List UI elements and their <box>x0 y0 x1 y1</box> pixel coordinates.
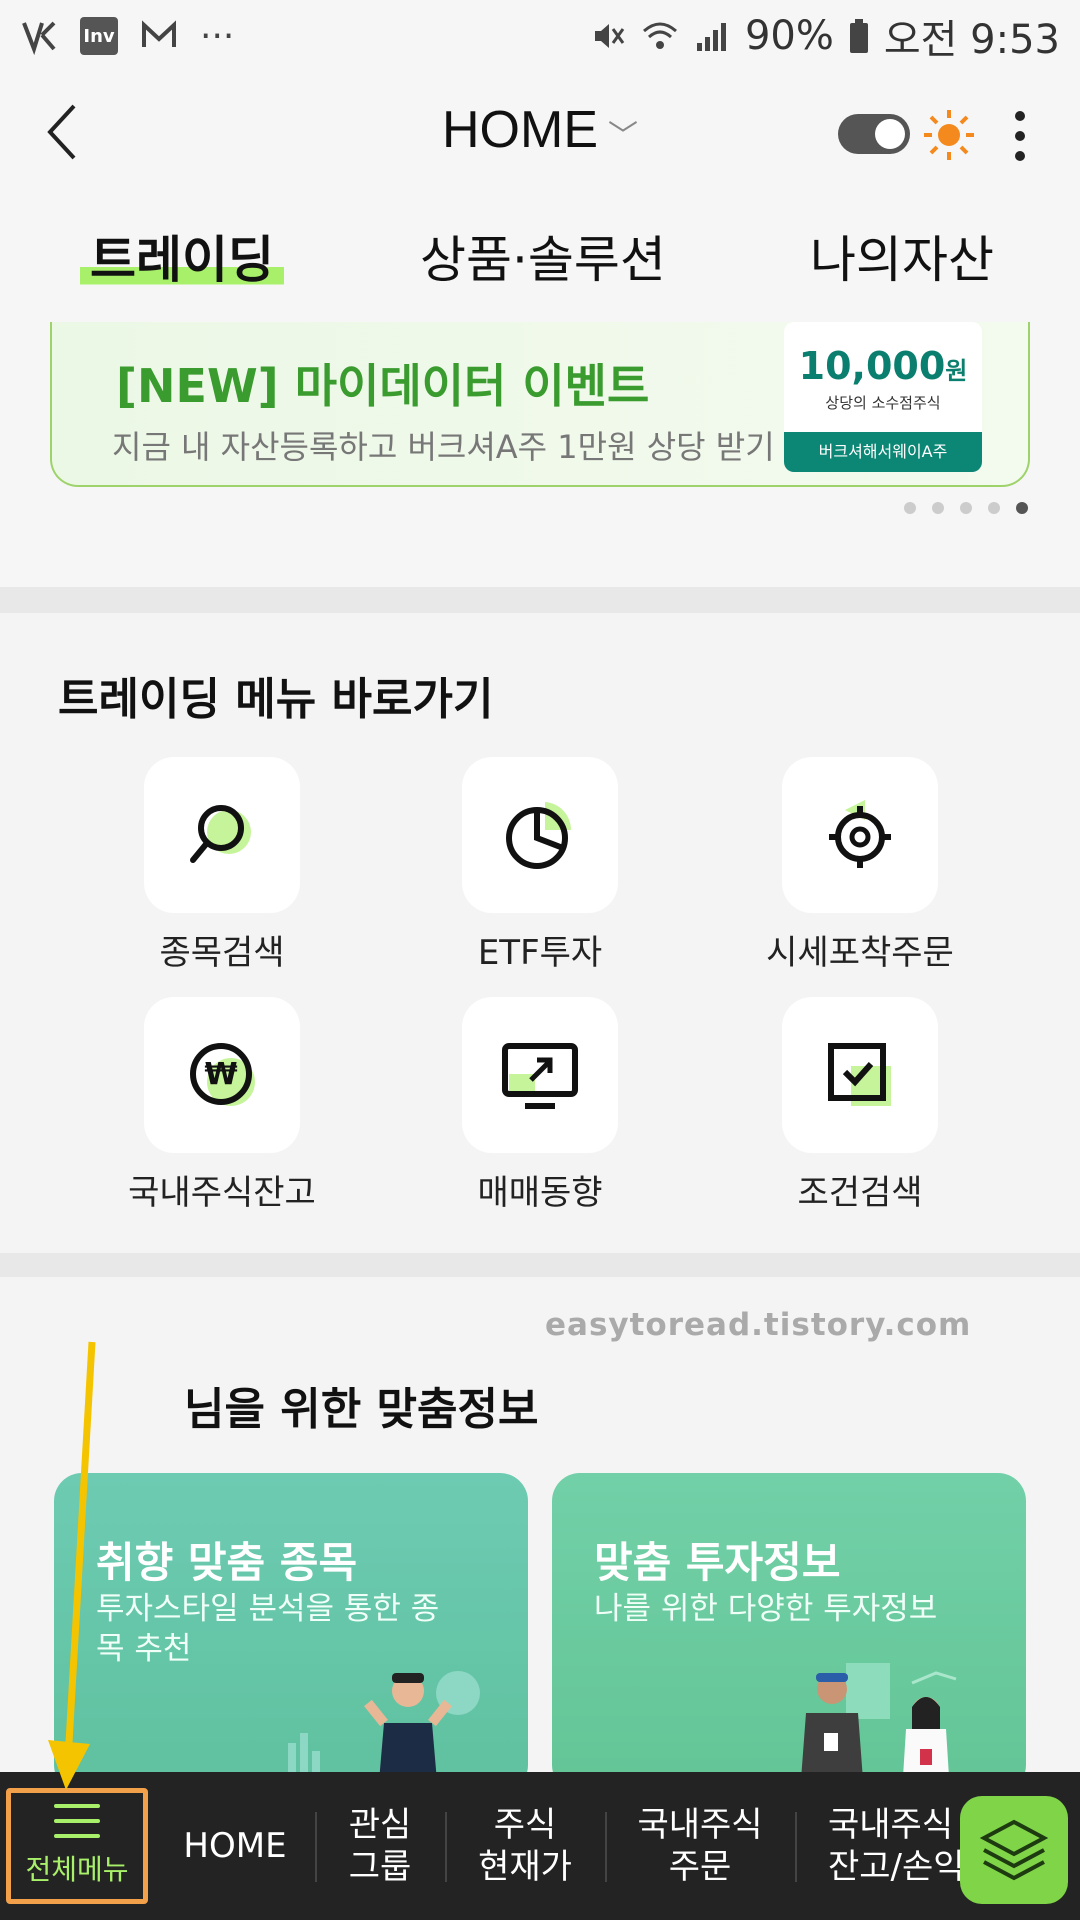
battery-percent: 90% <box>744 13 834 59</box>
mail-icon <box>142 20 176 47</box>
nav-separator <box>795 1812 797 1882</box>
carousel-dot[interactable] <box>960 502 972 514</box>
sun-icon[interactable] <box>922 108 976 162</box>
hamburger-menu-icon <box>54 1804 100 1838</box>
carousel-dot[interactable] <box>988 502 1000 514</box>
menu-trading-trend[interactable]: 매매동향 <box>380 997 700 1214</box>
chevron-down-icon: ﹀ <box>608 120 638 154</box>
wifi-icon <box>642 22 677 49</box>
v3-app-icon <box>22 21 56 55</box>
menu-condition-search[interactable]: 조건검색 <box>700 997 1020 1214</box>
more-notifications-icon: ··· <box>200 15 235 57</box>
won-coin-icon: ₩ <box>190 1043 255 1106</box>
banner-amount: 10,000원 <box>798 344 968 388</box>
banner-carousel: [NEW] 마이데이터 이벤트 지금 내 자산등록하고 버크셔A주 1만원 상당… <box>0 322 1080 587</box>
monitor-trend-icon <box>502 1043 578 1109</box>
nav-watchlist-group[interactable]: 관심 그룹 <box>320 1772 440 1920</box>
nav-home[interactable]: HOME <box>160 1772 310 1920</box>
menu-stock-search[interactable]: 종목검색 <box>62 757 382 974</box>
battery-icon <box>849 19 868 53</box>
rec-card-stock-picks[interactable]: 취향 맞춤 종목 투자스타일 분석을 통한 종목 추천 <box>54 1473 528 1772</box>
svg-text:₩: ₩ <box>204 1057 237 1092</box>
banner-card-footer: 버크셔해서웨이A주 <box>784 432 982 472</box>
mute-icon <box>594 24 625 48</box>
nav-domestic-stock-order[interactable]: 국내주식 주문 <box>610 1772 790 1920</box>
event-banner[interactable]: [NEW] 마이데이터 이벤트 지금 내 자산등록하고 버크셔A주 1만원 상당… <box>50 322 1030 487</box>
page-title-dropdown[interactable]: HOME ﹀ <box>0 100 1080 160</box>
carousel-dot-active[interactable] <box>1016 502 1028 514</box>
menu-etf-invest[interactable]: ETF투자 <box>380 757 700 974</box>
search-icon <box>190 805 251 863</box>
app-header: HOME ﹀ <box>0 72 1080 192</box>
dark-mode-toggle[interactable] <box>838 114 910 154</box>
section-divider <box>0 587 1080 613</box>
carousel-dot[interactable] <box>904 502 916 514</box>
banner-subtitle: 지금 내 자산등록하고 버크셔A주 1만원 상당 받기 <box>112 428 775 466</box>
photographer-illustration <box>288 1671 480 1772</box>
checkbox-icon <box>828 1043 891 1106</box>
pie-chart-icon <box>506 802 572 869</box>
menu-price-capture-order[interactable]: 시세포착주문 <box>700 757 1020 974</box>
section-title: 트레이딩 메뉴 바로가기 <box>58 674 494 725</box>
bottom-navigation: 전체메뉴 HOME 관심 그룹 주식 현재가 국내주식 주문 국내주식 잔고/손… <box>0 1772 1080 1920</box>
status-bar: Inv ··· 90% 오전 9:53 <box>0 0 1080 72</box>
more-options-icon[interactable] <box>1004 106 1036 166</box>
banner-title: [NEW] 마이데이터 이벤트 <box>116 359 650 413</box>
nav-stock-current-price[interactable]: 주식 현재가 <box>450 1772 600 1920</box>
inv-app-icon: Inv <box>80 17 118 55</box>
signal-icon <box>696 23 726 51</box>
nav-separator <box>445 1812 447 1882</box>
banner-card-subtitle: 상당의 소수점주식 <box>825 394 941 412</box>
target-icon <box>829 800 891 868</box>
nav-separator <box>605 1812 607 1882</box>
carousel-dots <box>904 502 1028 514</box>
section-divider <box>0 1253 1080 1277</box>
all-menu-button[interactable]: 전체메뉴 <box>6 1788 148 1904</box>
banner-reward-card: 10,000원 상당의 소수점주식 버크셔해서웨이A주 <box>784 322 982 472</box>
clock: 오전 9:53 <box>883 17 1060 63</box>
people-illustration <box>801 1663 957 1772</box>
nav-domestic-stock-balance[interactable]: 국내주식 잔고/손익 <box>800 1772 980 1920</box>
tab-trading[interactable]: 트레이딩 <box>80 220 284 292</box>
nav-separator <box>315 1812 317 1882</box>
carousel-dot[interactable] <box>932 502 944 514</box>
recommendation-section: easytoread.tistory.com 님을 위한 맞춤정보 취향 맞춤 … <box>0 1277 1080 1772</box>
layers-icon <box>979 1819 1049 1881</box>
menu-domestic-stock-balance[interactable]: ₩ 국내주식잔고 <box>62 997 382 1214</box>
main-tabs: 트레이딩 상품·솔루션 나의자산 <box>0 192 1080 322</box>
trading-menu-section: 트레이딩 메뉴 바로가기 종목검색 ETF투자 시세포착주문 ₩ 국내주식잔고 … <box>0 613 1080 1253</box>
tab-my-assets[interactable]: 나의자산 <box>810 220 994 292</box>
page-title: HOME <box>442 101 598 159</box>
watermark: easytoread.tistory.com <box>545 1307 972 1343</box>
tab-products-solutions[interactable]: 상품·솔루션 <box>420 220 666 292</box>
section-title: 님을 위한 맞춤정보 <box>184 1384 539 1435</box>
rec-card-custom-info[interactable]: 맞춤 투자정보 나를 위한 다양한 투자정보 <box>552 1473 1026 1772</box>
layers-button[interactable] <box>960 1796 1068 1904</box>
